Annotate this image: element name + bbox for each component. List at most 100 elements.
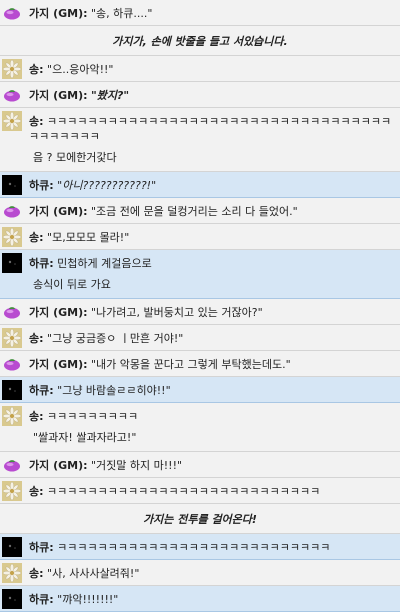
message-body: 송: "사, 사사사살려줘!"	[29, 563, 396, 581]
eggplant-avatar-icon	[2, 201, 22, 221]
message-body: 하큐: ㅋㅋㅋㅋㅋㅋㅋㅋㅋㅋㅋㅋㅋㅋㅋㅋㅋㅋㅋㅋㅋㅋㅋㅋㅋㅋㅋ	[29, 537, 396, 555]
speaker-name: 가지 (GM):	[29, 89, 88, 102]
message-body: 하큐: 민첩하게 계걸음으로송식이 뒤로 가요	[29, 253, 396, 292]
dark-avatar-icon	[2, 380, 22, 400]
speaker-name: 송:	[29, 63, 44, 76]
chat-message: 송: ㅋㅋㅋㅋㅋㅋㅋㅋㅋ "쌀과자! 쌀과자라고!"	[0, 403, 400, 452]
message-text: "내가 악몽을 꾼다고 그렇게 부탁했는데도."	[91, 358, 291, 371]
speaker-name: 송:	[29, 485, 44, 498]
message-text: "거짓말 하지 마!!!"	[91, 459, 183, 472]
message-text: "봤지?"	[91, 89, 130, 102]
flower-avatar-icon	[2, 563, 22, 583]
message-text: 민첩하게 계걸음으로	[57, 257, 152, 270]
message-text: ㅋㅋㅋㅋㅋㅋㅋㅋㅋㅋㅋㅋㅋㅋㅋㅋㅋㅋㅋㅋㅋㅋㅋㅋㅋㅋㅋ	[47, 485, 321, 498]
message-line: 하큐: ㅋㅋㅋㅋㅋㅋㅋㅋㅋㅋㅋㅋㅋㅋㅋㅋㅋㅋㅋㅋㅋㅋㅋㅋㅋㅋㅋ	[29, 540, 396, 555]
speaker-name: 가지 (GM):	[29, 459, 88, 472]
message-text: "으..응아악!!"	[47, 63, 114, 76]
chat-message: 가지 (GM): "거짓말 하지 마!!!"	[0, 452, 400, 478]
eggplant-avatar-icon	[2, 354, 22, 374]
narration-line: 가지가, 손에 밧줄을 들고 서있습니다.	[0, 26, 400, 56]
speaker-name: 하큐:	[29, 257, 54, 270]
message-text: "그냥 바람솔ㄹㄹ히야!!"	[57, 384, 171, 397]
flower-avatar-icon	[2, 481, 22, 501]
message-continuation: 음 ? 모에한거갗다	[33, 151, 117, 164]
message-line: 가지 (GM): "봤지?"	[29, 88, 396, 103]
chat-log: 가지 (GM): "송, 하큐...." 가지가, 손에 밧줄을 들고 서있습니다…	[0, 0, 400, 612]
message-body: 가지 (GM): "송, 하큐...."	[29, 3, 396, 21]
message-line: 가지 (GM): "조금 전에 문을 덜컹거리는 소리 다 들었어."	[29, 204, 396, 219]
message-continuation: "쌀과자! 쌀과자라고!"	[33, 431, 137, 444]
message-line: 가지 (GM): "내가 악몽을 꾼다고 그렇게 부탁했는데도."	[29, 357, 396, 372]
chat-message: 하큐: 민첩하게 계걸음으로송식이 뒤로 가요	[0, 250, 400, 299]
flower-avatar-icon	[2, 111, 22, 131]
speaker-name: 하큐:	[29, 179, 54, 192]
chat-message: 가지 (GM): "나가려고, 발버둥치고 있는 거잖아?"	[0, 299, 400, 325]
chat-message: 송: "으..응아악!!"	[0, 56, 400, 82]
message-body: 가지 (GM): "나가려고, 발버둥치고 있는 거잖아?"	[29, 302, 396, 320]
chat-message: 가지 (GM): "송, 하큐...."	[0, 0, 400, 26]
chat-message: 송: "사, 사사사살려줘!"	[0, 560, 400, 586]
chat-message: 송: "그냥 궁금증ㅇ ㅣ만흔 거야!"	[0, 325, 400, 351]
flower-avatar-icon	[2, 406, 22, 426]
dark-avatar-icon	[2, 253, 22, 273]
message-body: 가지 (GM): "거짓말 하지 마!!!"	[29, 455, 396, 473]
flower-avatar-icon	[2, 227, 22, 247]
message-body: 송: "모,모모모 몰라!"	[29, 227, 396, 245]
speaker-name: 가지 (GM):	[29, 205, 88, 218]
message-body: 송: ㅋㅋㅋㅋㅋㅋㅋㅋㅋㅋㅋㅋㅋㅋㅋㅋㅋㅋㅋㅋㅋㅋㅋㅋㅋㅋㅋㅋㅋㅋㅋㅋㅋㅋㅋㅋㅋ…	[29, 111, 396, 165]
message-body: 가지 (GM): "봤지?"	[29, 85, 396, 103]
message-line: 송: ㅋㅋㅋㅋㅋㅋㅋㅋㅋㅋㅋㅋㅋㅋㅋㅋㅋㅋㅋㅋㅋㅋㅋㅋㅋㅋㅋ	[29, 484, 396, 499]
message-body: 가지 (GM): "조금 전에 문을 덜컹거리는 소리 다 들었어."	[29, 201, 396, 219]
message-body: 하큐: "그냥 바람솔ㄹㄹ히야!!"	[29, 380, 396, 398]
speaker-name: 가지 (GM):	[29, 306, 88, 319]
message-body: 송: "그냥 궁금증ㅇ ㅣ만흔 거야!"	[29, 328, 396, 346]
dark-avatar-icon	[2, 537, 22, 557]
flower-avatar-icon	[2, 328, 22, 348]
message-line: 송: ㅋㅋㅋㅋㅋㅋㅋㅋㅋㅋㅋㅋㅋㅋㅋㅋㅋㅋㅋㅋㅋㅋㅋㅋㅋㅋㅋㅋㅋㅋㅋㅋㅋㅋㅋㅋㅋ…	[29, 114, 396, 144]
chat-message: 하큐: ㅋㅋㅋㅋㅋㅋㅋㅋㅋㅋㅋㅋㅋㅋㅋㅋㅋㅋㅋㅋㅋㅋㅋㅋㅋㅋㅋ	[0, 534, 400, 560]
dark-avatar-icon	[2, 175, 22, 195]
message-body: 송: ㅋㅋㅋㅋㅋㅋㅋㅋㅋㅋㅋㅋㅋㅋㅋㅋㅋㅋㅋㅋㅋㅋㅋㅋㅋㅋㅋ	[29, 481, 396, 499]
message-text: ㅋㅋㅋㅋㅋㅋㅋㅋㅋ	[47, 410, 139, 423]
speaker-name: 송:	[29, 115, 44, 128]
message-body: 하큐: "아니???????????!"	[29, 175, 396, 193]
chat-message: 가지 (GM): "조금 전에 문을 덜컹거리는 소리 다 들었어."	[0, 198, 400, 224]
chat-message: 가지 (GM): "내가 악몽을 꾼다고 그렇게 부탁했는데도."	[0, 351, 400, 377]
message-body: 하큐: "꺄악!!!!!!!"	[29, 589, 396, 607]
eggplant-avatar-icon	[2, 85, 22, 105]
chat-message: 송: ㅋㅋㅋㅋㅋㅋㅋㅋㅋㅋㅋㅋㅋㅋㅋㅋㅋㅋㅋㅋㅋㅋㅋㅋㅋㅋㅋ	[0, 478, 400, 504]
message-body: 가지 (GM): "내가 악몽을 꾼다고 그렇게 부탁했는데도."	[29, 354, 396, 372]
dark-avatar-icon	[2, 589, 22, 609]
message-line: 송: "그냥 궁금증ㅇ ㅣ만흔 거야!"	[29, 331, 396, 346]
message-line: 송: "모,모모모 몰라!"	[29, 230, 396, 245]
message-line: 하큐: "아니???????????!"	[29, 178, 396, 193]
message-text: ㅋㅋㅋㅋㅋㅋㅋㅋㅋㅋㅋㅋㅋㅋㅋㅋㅋㅋㅋㅋㅋㅋㅋㅋㅋㅋㅋ	[57, 541, 331, 554]
message-line: 하큐: "꺄악!!!!!!!"	[29, 592, 396, 607]
chat-message: 하큐: "아니???????????!"	[0, 172, 400, 198]
speaker-name: 가지 (GM):	[29, 7, 88, 20]
message-text: "조금 전에 문을 덜컹거리는 소리 다 들었어."	[91, 205, 298, 218]
speaker-name: 송:	[29, 410, 44, 423]
speaker-name: 송:	[29, 332, 44, 345]
message-text: "아니???????????!"	[57, 179, 157, 192]
message-line: 하큐: 민첩하게 계걸음으로	[29, 256, 396, 271]
message-continuation: 송식이 뒤로 가요	[33, 278, 111, 291]
message-text: "송, 하큐...."	[91, 7, 153, 20]
message-text: "모,모모모 몰라!"	[47, 231, 130, 244]
speaker-name: 하큐:	[29, 384, 54, 397]
speaker-name: 송:	[29, 567, 44, 580]
chat-message: 송: "모,모모모 몰라!"	[0, 224, 400, 250]
message-line: 가지 (GM): "송, 하큐...."	[29, 6, 396, 21]
message-line: 가지 (GM): "거짓말 하지 마!!!"	[29, 458, 396, 473]
flower-avatar-icon	[2, 59, 22, 79]
chat-message: 송: ㅋㅋㅋㅋㅋㅋㅋㅋㅋㅋㅋㅋㅋㅋㅋㅋㅋㅋㅋㅋㅋㅋㅋㅋㅋㅋㅋㅋㅋㅋㅋㅋㅋㅋㅋㅋㅋ…	[0, 108, 400, 172]
message-body: 송: ㅋㅋㅋㅋㅋㅋㅋㅋㅋ "쌀과자! 쌀과자라고!"	[29, 406, 396, 445]
eggplant-avatar-icon	[2, 455, 22, 475]
message-text: "나가려고, 발버둥치고 있는 거잖아?"	[91, 306, 263, 319]
speaker-name: 하큐:	[29, 541, 54, 554]
chat-message: 하큐: "그냥 바람솔ㄹㄹ히야!!"	[0, 377, 400, 403]
chat-message: 가지 (GM): "봤지?"	[0, 82, 400, 108]
chat-message: 하큐: "꺄악!!!!!!!"	[0, 586, 400, 612]
eggplant-avatar-icon	[2, 302, 22, 322]
message-line: 송: "으..응아악!!"	[29, 62, 396, 77]
